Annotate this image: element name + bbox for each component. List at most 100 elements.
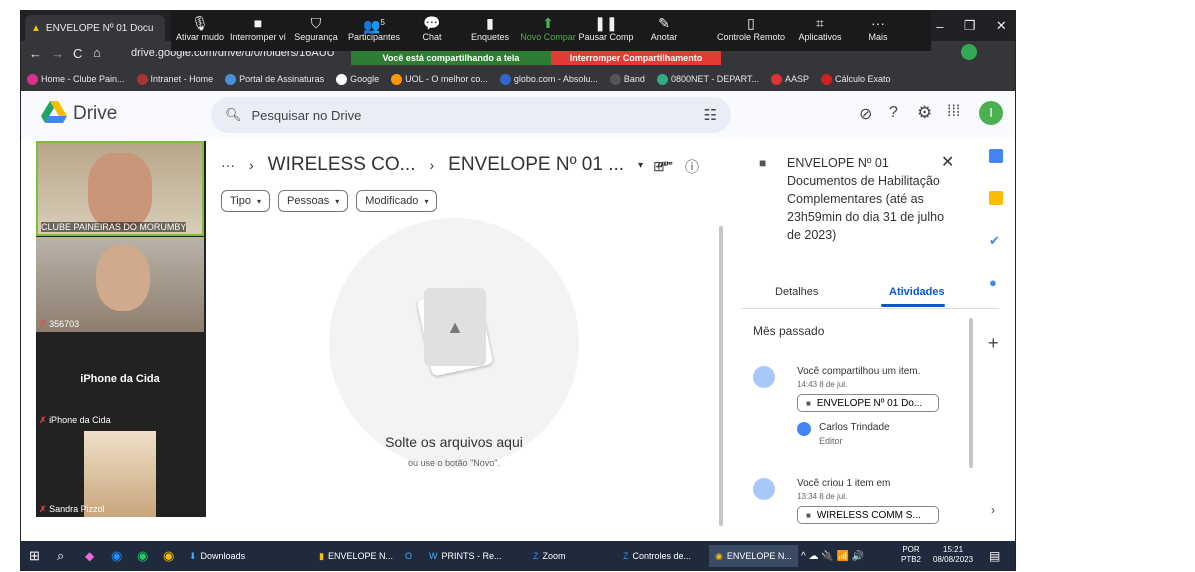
polls-button[interactable]: ▮ Enquetes — [461, 14, 519, 42]
filter-modified[interactable]: Modificado ▾ — [356, 190, 438, 212]
video-tile[interactable]: ✗ 356703 — [36, 237, 204, 332]
add-addon-icon[interactable]: + — [988, 333, 999, 354]
back-icon[interactable]: ← — [29, 46, 42, 61]
chrome-icon: ◉ — [715, 550, 723, 561]
bookmark-item[interactable]: Portal de Assinaturas — [225, 73, 324, 85]
clock[interactable]: 15:21 08/08/2023 — [933, 545, 973, 567]
mute-button[interactable]: 🎙 Ativar mudo — [171, 14, 229, 42]
forward-icon[interactable]: → — [51, 46, 64, 61]
drive-favicon-icon: ▲ — [31, 22, 41, 34]
close-icon[interactable]: ✕ — [996, 18, 1007, 34]
activity-text: Você criou 1 item em — [797, 478, 891, 489]
bookmark-item[interactable]: 0800NET - DEPART... — [656, 73, 759, 85]
zoom-icon: Z — [533, 551, 539, 561]
breadcrumb-parent[interactable]: WIRELESS CO... — [268, 154, 416, 176]
browser-tab[interactable]: ▲ ENVELOPE Nº 01 Docu — [25, 15, 165, 41]
scrollbar[interactable] — [719, 226, 723, 526]
search-icon: 🔍︎ — [225, 107, 242, 122]
home-icon[interactable]: ⌂ — [93, 45, 101, 60]
taskbar-item[interactable]: ▮ ENVELOPE N... — [319, 545, 393, 567]
taskbar-item[interactable]: W PRINTS - Re... — [429, 545, 502, 567]
tab-title: ENVELOPE Nº 01 Docu — [45, 22, 154, 34]
offline-status-icon[interactable]: ⊘ — [859, 104, 872, 124]
stop-video-button[interactable]: ■ Interromper ví — [229, 14, 287, 42]
tasks-icon[interactable]: ✔ — [989, 233, 1000, 249]
drop-zone[interactable]: ▲ — [329, 218, 579, 468]
zoom-icon: Z — [623, 551, 629, 561]
system-tray[interactable]: ^ ☁ 🔌 📶 🔊 — [801, 545, 864, 567]
grid-view-icon[interactable]: ⊞ — [653, 158, 665, 175]
video-tile[interactable]: CLUBE PAINEIRAS DO MORUMBY — [36, 141, 204, 236]
bookmark-item[interactable]: Cálculo Exato — [821, 73, 891, 85]
video-tile[interactable]: ✗ Sandra Pizzol — [36, 431, 204, 517]
windows-start-icon[interactable]: ⊞ — [29, 545, 40, 567]
taskbar-item[interactable]: Z Zoom — [533, 545, 566, 567]
sharing-indicator: Você está compartilhando a tela Interrom… — [351, 51, 721, 65]
maximize-icon[interactable]: ❐ — [964, 18, 976, 34]
bookmark-item[interactable]: Intranet - Home — [136, 73, 213, 85]
breadcrumb-more[interactable]: ··· — [221, 157, 235, 173]
annotate-button[interactable]: ✎ Anotar — [635, 14, 693, 42]
taskbar-item[interactable]: ◉ ENVELOPE N... — [709, 545, 798, 567]
bookmark-item[interactable]: Google — [336, 73, 379, 85]
pause-share-button[interactable]: ❚❚ Pausar Comp — [577, 14, 635, 42]
reload-icon[interactable]: C — [73, 46, 82, 61]
person-role: Editor — [819, 436, 843, 446]
taskbar-item[interactable]: Z Controles de... — [623, 545, 691, 567]
breadcrumb-current[interactable]: ENVELOPE Nº 01 ... — [448, 154, 624, 176]
security-button[interactable]: ⛉ Segurança — [287, 14, 345, 42]
muted-icon: ✗ — [39, 415, 47, 425]
participant-face — [96, 245, 150, 311]
bookmark-item[interactable]: AASP — [770, 73, 809, 85]
bookmark-item[interactable]: Band — [609, 73, 645, 85]
drive-title: Drive — [73, 103, 118, 124]
video-tile[interactable]: iPhone da Cida ✗ iPhone da Cida — [36, 333, 204, 428]
filter-people[interactable]: Pessoas ▾ — [278, 190, 349, 212]
chrome-icon[interactable]: ◉ — [163, 545, 174, 567]
apps-button[interactable]: ⌗ Aplicativos — [791, 14, 849, 42]
side-apps: ✔ ● + › — [981, 141, 1015, 521]
contacts-icon[interactable]: ● — [989, 275, 997, 290]
filter-type[interactable]: Tipo ▾ — [221, 190, 271, 212]
language-indicator[interactable]: POR PTB2 — [901, 545, 921, 567]
bookmark-item[interactable]: globo.com - Absolu... — [499, 73, 598, 85]
chat-button[interactable]: 💬 Chat — [403, 14, 461, 42]
search-options-icon[interactable]: ☷ — [704, 106, 717, 124]
search-icon[interactable]: ⌕ — [57, 545, 64, 567]
app-icon[interactable]: ◆ — [85, 545, 94, 567]
participants-button[interactable]: 👥5 Participantes — [345, 14, 403, 42]
taskbar-item[interactable]: ⬇ Downloads — [189, 545, 245, 567]
bookmark-item[interactable]: Home - Clube Pain... — [27, 73, 125, 85]
tab-activities[interactable]: Atividades — [889, 286, 945, 298]
expand-icon[interactable]: › — [991, 503, 995, 517]
edge-icon[interactable]: ◉ — [111, 545, 122, 567]
breadcrumb: ··· › WIRELESS CO... › ENVELOPE Nº 01 ..… — [221, 154, 673, 176]
more-button[interactable]: ··· Mais — [849, 14, 907, 42]
settings-icon[interactable]: ⚙ — [917, 103, 932, 123]
tab-details[interactable]: Detalhes — [775, 286, 818, 298]
activity-item-chip[interactable]: ■ ENVELOPE Nº 01 Do... — [797, 394, 939, 412]
notification-icon[interactable]: ▤ — [989, 545, 1000, 567]
calendar-icon[interactable] — [989, 149, 1003, 163]
outlook-icon[interactable]: O — [405, 545, 412, 567]
scrollbar[interactable] — [969, 318, 973, 468]
info-icon[interactable]: ⓘ — [685, 157, 699, 177]
activity-item-chip[interactable]: ■ WIRELESS COMM S... — [797, 506, 939, 524]
stop-sharing-button[interactable]: Interromper Compartilhamento — [551, 51, 721, 65]
close-panel-icon[interactable]: ✕ — [941, 152, 954, 172]
apps-grid-icon[interactable]: ⁞⁞⁞ — [947, 103, 960, 121]
minimize-icon[interactable]: – — [936, 19, 943, 34]
new-share-button[interactable]: ⬆ Novo Compar — [519, 14, 577, 42]
keep-icon[interactable] — [989, 191, 1003, 205]
remote-control-button[interactable]: ▯ Controle Remoto — [711, 14, 791, 42]
search-input[interactable]: 🔍︎ Pesquisar no Drive ☷ — [211, 97, 731, 133]
help-icon[interactable]: ? — [889, 104, 898, 122]
bookmark-item[interactable]: UOL - O melhor co... — [391, 73, 488, 85]
avatar[interactable]: I — [979, 101, 1003, 125]
download-icon: ⬇ — [189, 550, 197, 561]
whatsapp-icon[interactable]: ◉ — [137, 545, 148, 567]
participant-face — [88, 153, 152, 229]
muted-icon: ✗ — [39, 504, 47, 514]
avatar — [753, 478, 775, 500]
profile-icon[interactable] — [961, 44, 977, 60]
